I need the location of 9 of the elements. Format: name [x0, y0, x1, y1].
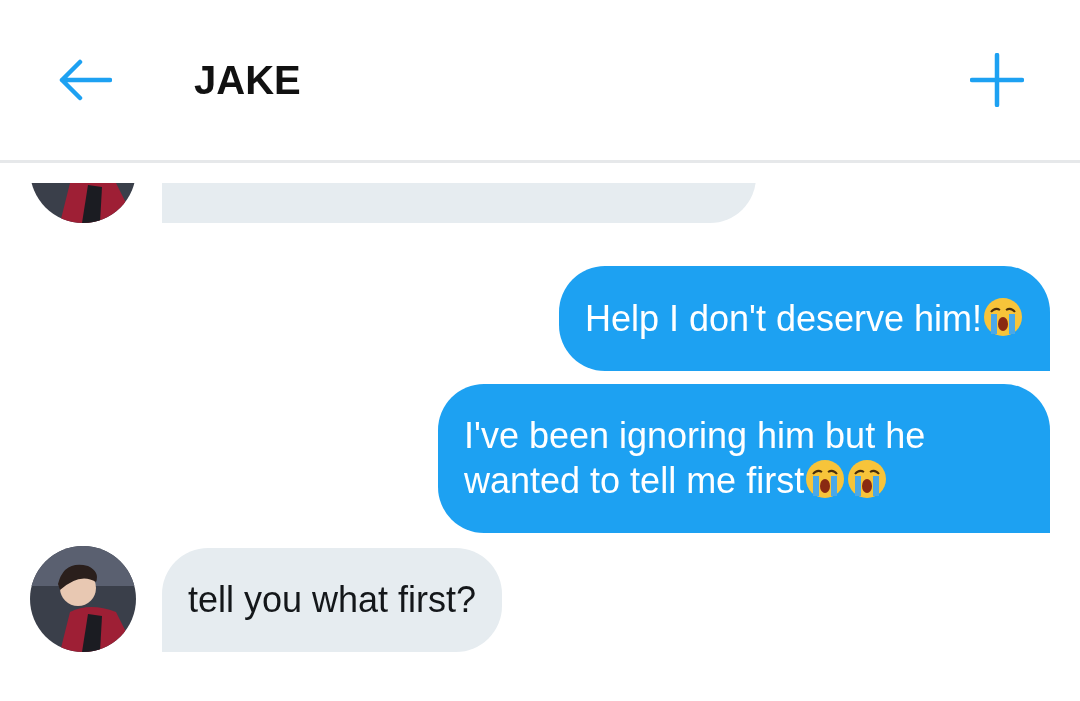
message-bubble: tell you what first? — [162, 548, 503, 652]
message-bubble: Help I don't deserve him! — [558, 266, 1050, 371]
crying-face-icon — [804, 458, 847, 500]
chat-title: JAKE — [194, 57, 302, 103]
crying-face-icon — [982, 296, 1024, 338]
back-arrow-icon[interactable] — [58, 58, 112, 102]
crying-face-icon — [846, 458, 889, 500]
plus-icon[interactable] — [970, 53, 1024, 107]
message-bubble: I've been ignoring him but he wanted to tell me first — [438, 384, 1050, 533]
